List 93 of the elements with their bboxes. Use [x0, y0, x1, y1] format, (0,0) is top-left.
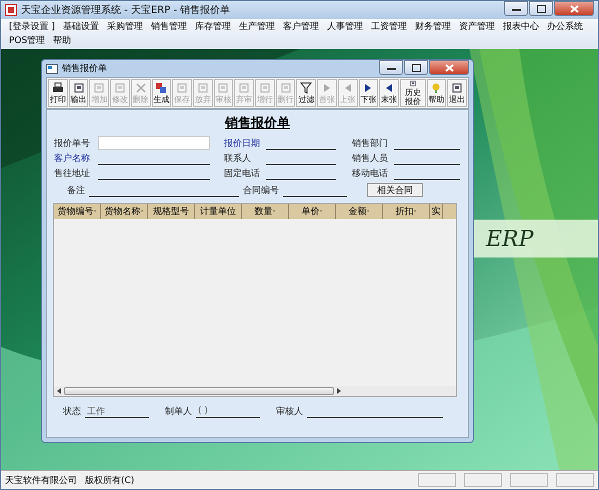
toolbar-button[interactable]: 退出 [447, 79, 467, 107]
help-icon [430, 82, 442, 94]
horizontal-scrollbar[interactable] [54, 386, 456, 396]
status-pane [418, 473, 456, 487]
menu-item[interactable]: 工资管理 [366, 20, 411, 34]
field-label: 销售部门 [351, 138, 389, 150]
toolbar-button[interactable]: 下张 [358, 79, 378, 107]
status-pane [510, 473, 548, 487]
close-button[interactable] [429, 60, 469, 75]
brand-logo-text: ERP [486, 227, 534, 252]
field-label: 售往地址 [54, 168, 91, 180]
window-title: 天宝企业资源管理系统 - 天宝ERP - 销售报价单 [21, 4, 232, 17]
column-header[interactable]: 单价· [289, 204, 336, 219]
menu-item[interactable]: [登录设置 ] [5, 20, 59, 34]
menu-item[interactable]: 生产管理 [234, 20, 279, 34]
toolbar-button[interactable]: 过滤 [296, 79, 316, 107]
close-button[interactable] [554, 1, 594, 16]
maximize-icon [412, 64, 420, 72]
column-header[interactable]: 货物编号· [54, 204, 101, 219]
menu-item[interactable]: 人事管理 [322, 20, 367, 34]
toolbar-button[interactable]: 帮助 [426, 79, 446, 107]
menu-item[interactable]: 库存管理 [190, 20, 235, 34]
toolbar-button[interactable]: 输出 [68, 79, 88, 107]
field-label: 报价单号 [54, 138, 91, 150]
column-header[interactable]: 实 [430, 204, 443, 219]
toolbar-icon [238, 82, 250, 94]
close-icon [444, 64, 454, 72]
scroll-left-icon[interactable] [57, 388, 61, 394]
menu-item[interactable]: 办公系统 [542, 20, 587, 34]
toolbar-icon [176, 82, 188, 94]
field-label: 客户名称 [54, 152, 91, 165]
maximize-icon [536, 4, 546, 12]
menu-item[interactable]: 资产管理 [454, 20, 499, 34]
toolbar-icon [451, 82, 464, 94]
toolbar-button[interactable]: 末张 [379, 79, 399, 107]
form-title: 销售报价单 [225, 115, 290, 132]
menu-item[interactable]: 报表中心 [498, 20, 543, 34]
field-label: 备注 [66, 184, 85, 197]
field-label: 报价日期 [223, 138, 261, 150]
field-label: 合同编号 [243, 184, 279, 197]
field-label: 制单人 [165, 406, 192, 418]
minimize-icon [386, 66, 396, 70]
maximize-button[interactable] [529, 1, 553, 16]
toolbar-icon [93, 82, 106, 94]
menu-item[interactable]: 帮助 [49, 34, 76, 48]
toolbar-icon [134, 82, 147, 94]
menu-item[interactable]: 财务管理 [410, 20, 455, 34]
field-label: 销售人员 [351, 152, 389, 165]
menu-item[interactable]: 销售管理 [146, 20, 191, 34]
toolbar-button[interactable]: 打印 [48, 79, 68, 107]
toolbar-icon [217, 82, 230, 94]
minimize-button[interactable] [504, 1, 528, 16]
field-label: 联系人 [223, 152, 252, 165]
status-text: 版权所有(C) [85, 474, 134, 486]
scroll-right-icon[interactable] [337, 388, 341, 394]
column-header[interactable]: 金额· [336, 204, 383, 219]
field-label: 移动电话 [351, 168, 389, 180]
menu-item[interactable]: 客户管理 [278, 20, 323, 34]
child-window-title: 销售报价单 [62, 62, 108, 75]
status-text: 天宝软件有限公司 [5, 474, 77, 486]
field-label: 固定电话 [223, 168, 261, 180]
close-icon [570, 4, 578, 12]
printer-icon [52, 82, 64, 94]
app-icon [5, 4, 17, 16]
toolbar-icon [114, 82, 126, 94]
maximize-button[interactable] [404, 60, 428, 75]
fill-in-line[interactable]: ( ) [196, 405, 260, 418]
toolbar-button[interactable]: 生成 [152, 79, 172, 107]
filter-icon [300, 82, 312, 94]
input-field[interactable] [98, 136, 210, 150]
toolbar-icon [196, 82, 209, 94]
column-header[interactable]: 规格型号 [148, 204, 195, 219]
field-label: 状态 [63, 406, 81, 418]
menu-item[interactable]: 采购管理 [102, 20, 147, 34]
toolbar-icon [72, 82, 85, 94]
toolbar-button[interactable]: 历史报价 [400, 79, 426, 107]
column-header[interactable]: 货物名称· [101, 204, 148, 219]
column-header[interactable]: 折扣· [383, 204, 430, 219]
fill-in-line[interactable]: 工作 [85, 405, 149, 418]
status-pane [464, 473, 502, 487]
toolbar-icon [280, 82, 292, 94]
related-contract-button[interactable]: 相关合同 [367, 183, 423, 197]
form-icon [46, 64, 58, 74]
menu-item[interactable]: POS管理 [5, 34, 50, 48]
field-label: 审核人 [276, 406, 303, 418]
menu-item[interactable]: 基础设置 [58, 20, 103, 34]
minimize-button[interactable] [379, 60, 403, 75]
toolbar-icon [155, 82, 168, 94]
column-header[interactable]: 数量· [242, 204, 289, 219]
column-header[interactable]: 计量单位 [195, 204, 242, 219]
minimize-icon [512, 6, 520, 10]
toolbar-icon [258, 82, 271, 94]
status-pane [556, 473, 594, 487]
